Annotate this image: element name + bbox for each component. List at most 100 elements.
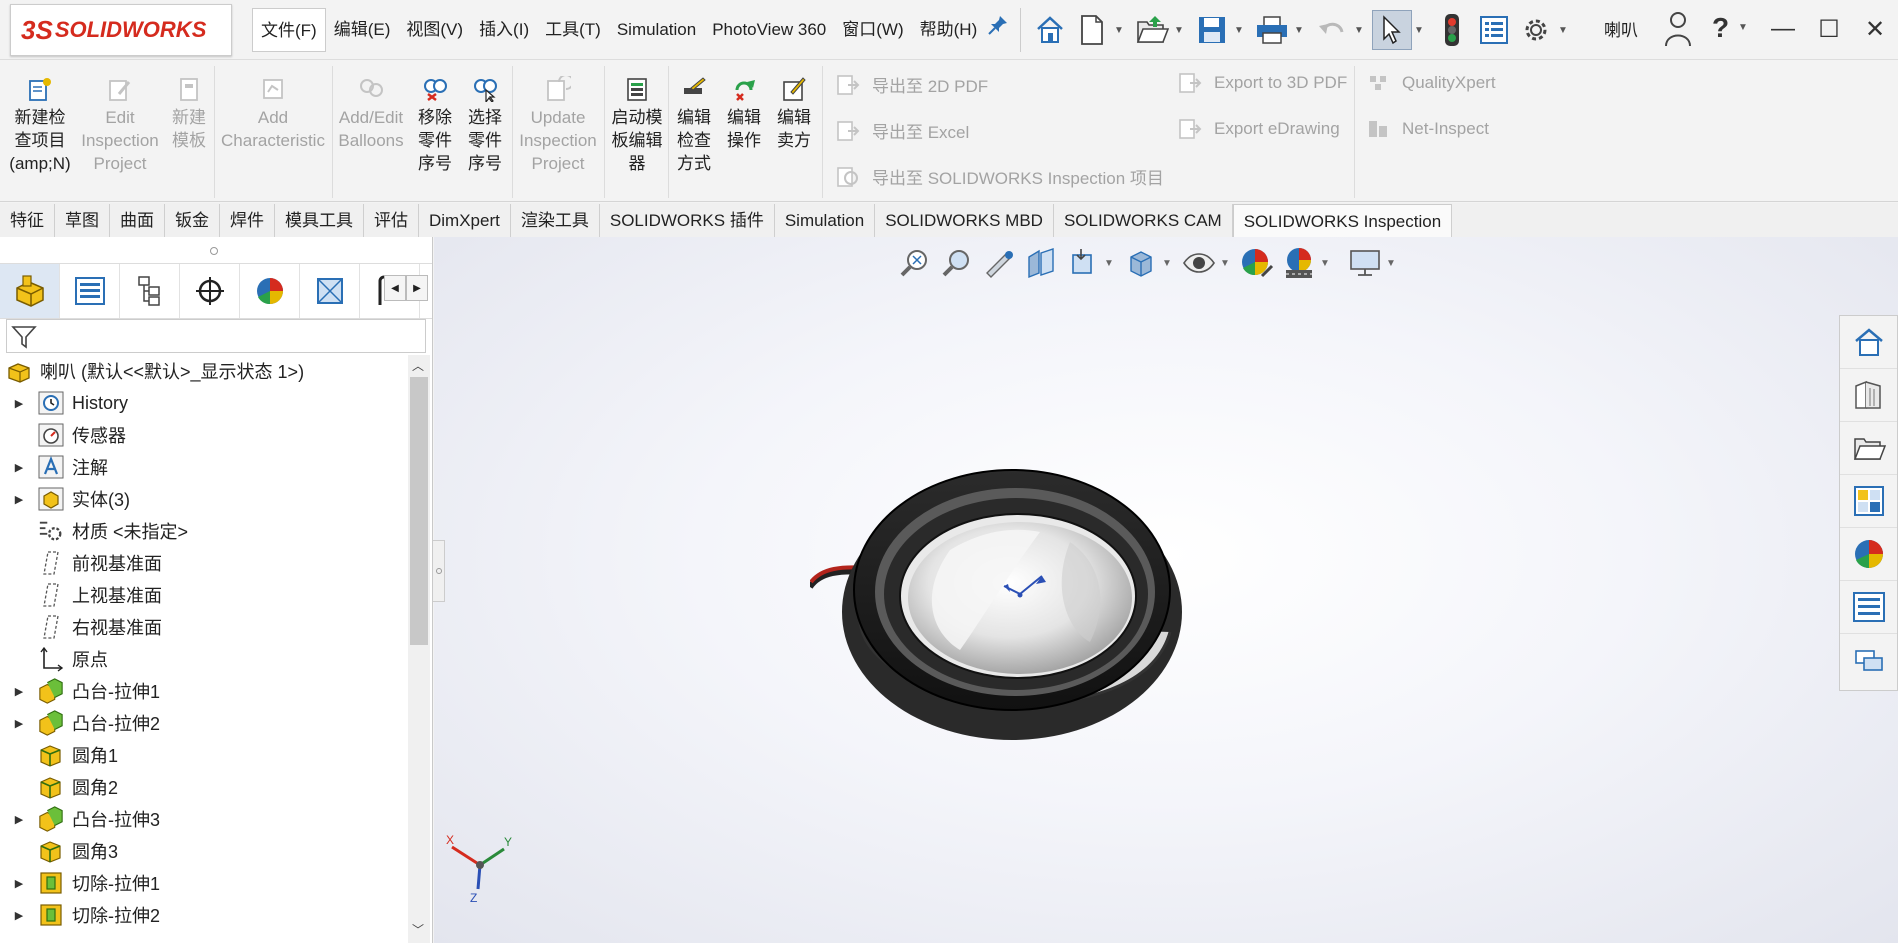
expand-arrow-icon[interactable]: ▶	[0, 397, 38, 410]
tree-item-top-plane[interactable]: 上视基准面	[0, 579, 408, 611]
export-3d-pdf-button[interactable]: Export to 3D PDF	[1178, 72, 1347, 94]
help-dropdown-icon[interactable]: ▼	[1738, 22, 1748, 33]
menu-help[interactable]: 帮助(H)	[912, 8, 986, 52]
save-dropdown-icon[interactable]: ▼	[1234, 25, 1246, 36]
apply-scene-icon[interactable]	[1278, 243, 1320, 283]
speaker-3d-model[interactable]	[807, 422, 1230, 767]
tile-left-icon[interactable]: ▭	[1668, 237, 1712, 238]
tab-sheet-metal[interactable]: 钣金	[165, 204, 220, 237]
expand-arrow-icon[interactable]: ▶	[0, 461, 38, 474]
scroll-left-icon[interactable]: ◀	[384, 275, 406, 301]
print-icon[interactable]	[1252, 10, 1292, 50]
previous-view-icon[interactable]	[978, 243, 1020, 283]
tree-item-boss-extrude1[interactable]: ▶ 凸台-拉伸1	[0, 675, 408, 707]
hide-show-items-icon[interactable]	[1178, 243, 1220, 283]
tree-item-boss-extrude3[interactable]: ▶ 凸台-拉伸3	[0, 803, 408, 835]
menu-simulation[interactable]: Simulation	[609, 8, 704, 52]
menu-file[interactable]: 文件(F)	[252, 8, 326, 52]
export-2d-pdf-button[interactable]: 导出至 2D PDF	[836, 72, 988, 97]
tree-scrollbar-thumb[interactable]	[410, 377, 428, 645]
undo-icon[interactable]	[1312, 10, 1352, 50]
menu-view[interactable]: 视图(V)	[398, 8, 471, 52]
display-manager-tab[interactable]	[240, 264, 300, 318]
doc-minimize-icon[interactable]: —	[1756, 237, 1800, 238]
tree-root[interactable]: 喇叭 (默认<<默认>_显示状态 1>)	[0, 355, 408, 387]
section-view-icon[interactable]	[1020, 243, 1062, 283]
tree-item-fillet3[interactable]: 圆角3	[0, 835, 408, 867]
help-icon[interactable]: ?	[1712, 12, 1729, 44]
open-icon[interactable]	[1132, 10, 1172, 50]
cam-manager-tab[interactable]	[300, 264, 360, 318]
edit-appearance-icon[interactable]	[1236, 243, 1278, 283]
custom-properties-icon[interactable]	[1840, 581, 1897, 634]
tab-render-tools[interactable]: 渲染工具	[510, 204, 600, 237]
print-dropdown-icon[interactable]: ▼	[1294, 25, 1306, 36]
view-settings-dropdown-icon[interactable]: ▼	[1386, 258, 1398, 269]
configuration-manager-tab[interactable]	[120, 264, 180, 318]
select-pointer-icon[interactable]	[1372, 10, 1412, 50]
tab-solidworks-addins[interactable]: SOLIDWORKS 插件	[599, 204, 775, 237]
tab-solidworks-cam[interactable]: SOLIDWORKS CAM	[1053, 204, 1233, 237]
tree-item-fillet2[interactable]: 圆角2	[0, 771, 408, 803]
export-inspection-project-button[interactable]: 导出至 SOLIDWORKS Inspection 项目	[836, 164, 1164, 189]
menu-window[interactable]: 窗口(W)	[834, 8, 911, 52]
panel-collapse-handle[interactable]	[210, 247, 218, 255]
appearances-scenes-icon[interactable]	[1840, 528, 1897, 581]
save-icon[interactable]	[1192, 10, 1232, 50]
edit-inspection-project-button[interactable]: Edit Inspection Project	[78, 76, 162, 175]
display-style-dropdown-icon[interactable]: ▼	[1162, 258, 1174, 269]
zoom-to-area-icon[interactable]	[936, 243, 978, 283]
view-orientation-icon[interactable]	[1062, 243, 1104, 283]
tree-item-cut-extrude2[interactable]: ▶ 切除-拉伸2	[0, 899, 408, 931]
expand-arrow-icon[interactable]: ▶	[0, 909, 38, 922]
tree-item-cut-extrude1[interactable]: ▶ 切除-拉伸1	[0, 867, 408, 899]
update-inspection-project-button[interactable]: Update Inspection Project	[516, 74, 600, 175]
undo-dropdown-icon[interactable]: ▼	[1354, 25, 1366, 36]
tree-item-fillet1[interactable]: 圆角1	[0, 739, 408, 771]
new-inspection-button[interactable]: 新建检 查项目 (amp;N)	[4, 76, 76, 175]
hide-show-dropdown-icon[interactable]: ▼	[1220, 258, 1232, 269]
edit-operation-button[interactable]: 编辑 操作	[722, 76, 766, 152]
select-dropdown-icon[interactable]: ▼	[1414, 25, 1426, 36]
solidworks-logo[interactable]: 3S SOLIDWORKS	[10, 4, 232, 56]
forum-chat-icon[interactable]	[1840, 634, 1897, 687]
graphics-viewport[interactable]: ▭ ▭ — ❐ ✕ ▼ ▼ ▼ ▼ ▼	[434, 237, 1898, 943]
dimxpert-manager-tab[interactable]	[180, 264, 240, 318]
tree-item-solid-bodies[interactable]: ▶ 实体(3)	[0, 483, 408, 515]
add-edit-balloons-button[interactable]: Add/Edit Balloons	[334, 76, 408, 152]
minimize-button[interactable]: —	[1760, 6, 1806, 52]
qualityxpert-button[interactable]: QualityXpert	[1366, 72, 1496, 94]
export-edrawing-button[interactable]: Export eDrawing	[1178, 118, 1340, 140]
expand-arrow-icon[interactable]: ▶	[0, 877, 38, 890]
apply-scene-dropdown-icon[interactable]: ▼	[1320, 258, 1332, 269]
tree-item-annotations[interactable]: ▶ 注解	[0, 451, 408, 483]
select-balloon-button[interactable]: 选择 零件 序号	[462, 76, 508, 175]
tab-simulation[interactable]: Simulation	[774, 204, 876, 237]
view-orientation-dropdown-icon[interactable]: ▼	[1104, 258, 1116, 269]
scroll-right-icon[interactable]: ▶	[406, 275, 428, 301]
traffic-light-icon[interactable]	[1432, 10, 1472, 50]
net-inspect-button[interactable]: Net-Inspect	[1366, 118, 1489, 140]
expand-arrow-icon[interactable]: ▶	[0, 813, 38, 826]
gear-icon[interactable]	[1516, 10, 1556, 50]
add-characteristic-button[interactable]: Add Characteristic	[220, 76, 326, 152]
menu-edit[interactable]: 编辑(E)	[326, 8, 399, 52]
pin-menu-icon[interactable]	[987, 14, 1011, 44]
property-manager-tab[interactable]	[60, 264, 120, 318]
tree-item-material[interactable]: 材质 <未指定>	[0, 515, 408, 547]
maximize-button[interactable]: ☐	[1806, 6, 1852, 52]
tree-item-sensors[interactable]: 传感器	[0, 419, 408, 451]
template-editor-button[interactable]: 启动模 板编辑 器	[606, 76, 668, 175]
expand-arrow-icon[interactable]: ▶	[0, 685, 38, 698]
tree-item-right-plane[interactable]: 右视基准面	[0, 611, 408, 643]
view-palette-icon[interactable]	[1840, 475, 1897, 528]
tree-item-origin[interactable]: 原点	[0, 643, 408, 675]
solidworks-resources-icon[interactable]	[1840, 316, 1897, 369]
menu-tools[interactable]: 工具(T)	[537, 8, 609, 52]
expand-arrow-icon[interactable]: ▶	[0, 717, 38, 730]
tab-surfaces[interactable]: 曲面	[110, 204, 165, 237]
options-list-icon[interactable]	[1474, 10, 1514, 50]
doc-restore-icon[interactable]: ❐	[1800, 237, 1844, 238]
display-style-icon[interactable]	[1120, 243, 1162, 283]
tree-item-history[interactable]: ▶ History	[0, 387, 408, 419]
